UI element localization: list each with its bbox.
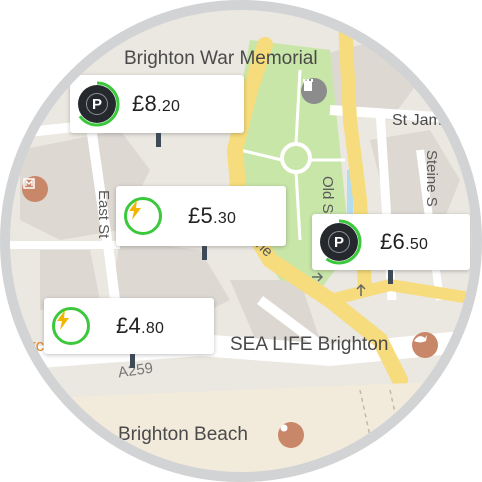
- ev-charging-price-card[interactable]: £5.30: [116, 186, 286, 260]
- map-pin: [388, 270, 393, 284]
- monument-icon[interactable]: [301, 78, 327, 104]
- map-pin: [156, 133, 161, 147]
- map-label-steine-st: Steine S: [423, 150, 440, 207]
- price-label: £8.20: [132, 91, 181, 116]
- map-label-war-memorial: Brighton War Memorial: [124, 48, 318, 69]
- map-label-brighton-beach: Brighton Beach: [118, 424, 248, 445]
- map-label-east-st: East St: [95, 190, 112, 239]
- availability-ring: [74, 81, 120, 127]
- price-label: £5.30: [188, 203, 237, 228]
- ev-charging-price-card[interactable]: £4.80: [44, 298, 214, 368]
- aquarium-icon[interactable]: [412, 332, 438, 358]
- parking-icon: P: [74, 81, 120, 127]
- one-way-arrow-icon: [312, 272, 324, 282]
- lightning-icon: [52, 307, 90, 345]
- price-label: £6.50: [380, 229, 429, 254]
- museum-icon[interactable]: [22, 176, 48, 202]
- availability-ring: [316, 219, 362, 265]
- map-label-st-james: St Jam: [392, 112, 442, 129]
- map-label-sea-life: SEA LIFE Brighton: [230, 334, 389, 355]
- watch-screen: Brighton War Memorial St Jam Old Ste Ste…: [0, 0, 482, 482]
- beach-icon[interactable]: [278, 422, 304, 448]
- map-pin: [130, 354, 135, 368]
- lightning-icon: [124, 197, 162, 235]
- parking-price-card[interactable]: P £8.20: [70, 75, 244, 147]
- parking-icon: P: [316, 219, 362, 265]
- map[interactable]: Brighton War Memorial St Jam Old Ste Ste…: [0, 0, 482, 482]
- price-label: £4.80: [116, 313, 165, 338]
- map-pin: [202, 246, 207, 260]
- one-way-arrow-icon: [356, 283, 366, 296]
- parking-price-card[interactable]: P £6.50: [312, 214, 470, 284]
